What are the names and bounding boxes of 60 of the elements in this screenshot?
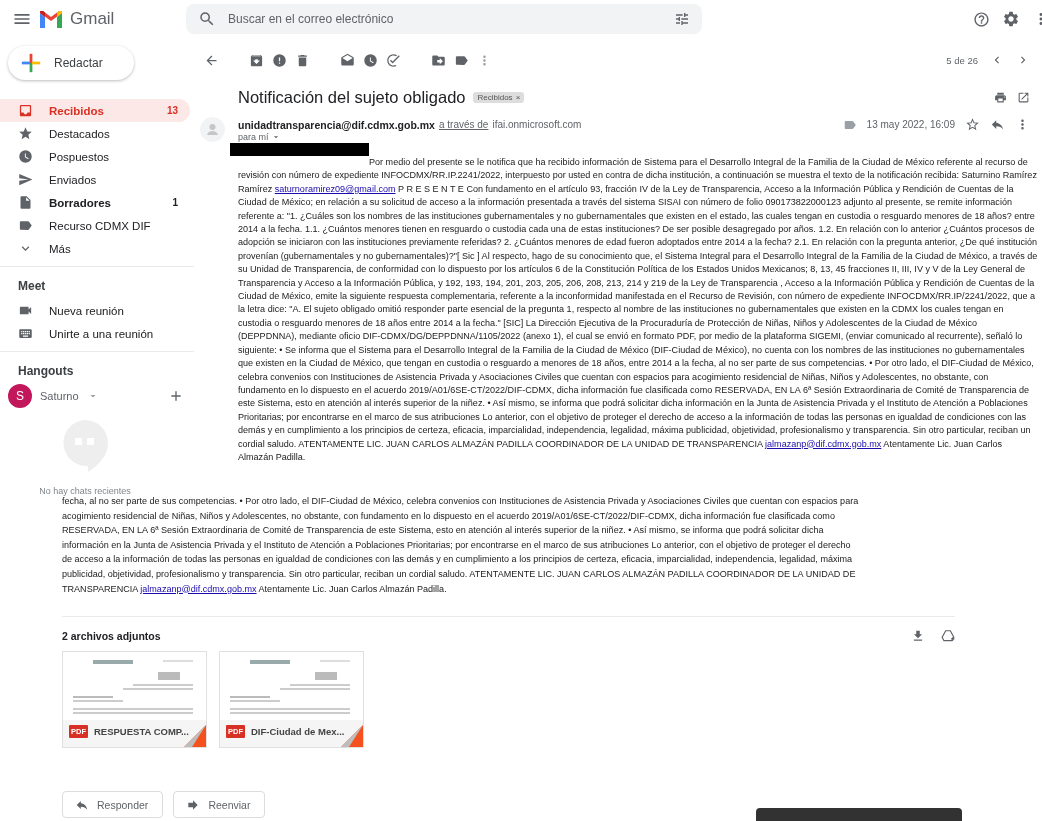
clock-icon[interactable]: [363, 52, 378, 68]
sidebar-item[interactable]: Recurso CDMX DIF: [0, 214, 190, 237]
app-name: Gmail: [70, 9, 115, 29]
sidebar-item[interactable]: Nueva reunión: [0, 299, 184, 322]
email-date: 13 may 2022, 16:09: [866, 119, 955, 130]
star-icon: [18, 126, 33, 141]
search-icon[interactable]: [198, 10, 216, 28]
plus-icon[interactable]: [168, 388, 184, 404]
drive-icon[interactable]: [941, 629, 955, 644]
forward-button[interactable]: Reenviar: [173, 791, 266, 819]
sidebar-item[interactable]: Unirte a una reunión: [0, 322, 184, 345]
sidebar-item[interactable]: Pospuestos: [0, 145, 190, 168]
pagination-text: 5 de 26: [946, 54, 978, 66]
envelope-icon[interactable]: [340, 52, 355, 68]
search-field[interactable]: Buscar en el correo electrónico: [186, 4, 702, 34]
section-title: Hangouts: [17, 363, 75, 380]
label-icon: [18, 218, 33, 233]
inbox-icon: [18, 103, 33, 118]
email-subject: Notificación del sujeto obligado: [238, 88, 466, 107]
help-icon[interactable]: [973, 10, 990, 28]
star-icon[interactable]: [965, 117, 980, 132]
sidebar-item[interactable]: Más: [0, 237, 190, 260]
email-link[interactable]: saturnoramirez09@gmail.com: [274, 183, 396, 194]
label-chip[interactable]: Recibidos ×: [473, 92, 525, 103]
email-link[interactable]: jalmazanp@dif.cdmx.gob.mx: [765, 438, 882, 449]
section-title: Meet: [17, 278, 47, 295]
download-icon[interactable]: [911, 629, 925, 644]
message-body: Por medio del presente se le notifica que ha recibido información de Sistema para el Desarrollo Integral de la Familia de la Ciudad de México referente al recurso de revisión con número de expediente INFOCDMX/RR.IP.2241/2022, interpuesto por usted en contra de dicha institución, a continuación se muestra el texto de la notificación recibida: Saturnino Ramírez Ramírez saturnoramirez09@gmail.com P R E S E N T E Con fundamento en el artículo 93, fracción IV de la Ley de Transparencia, Acceso a la Información Pública y Rendición de Cuentas de la Ciudad de México; en relación a su solicitud de acceso a la información presentada a través del sistema SISAI con número de folio 090173822000123 adjunto al presente, se remite información referente a: "1. ¿Cuáles son los nombres de las instituciones gubernamentales y no gubernamentales que existen en el estado, las cuales tengan en custodia o resguardo menores de 18 años? entre 2014 a la fecha. 1.1. ¿Cuántos menores tienen en resguardo o custodia cada una de estas instituciones? De ser posible desagregado por años. 1.2. En relación con lo anterior ¿Cuántos procesos de adopción se iniciaron con las instituciones previamente referidas? 2. ¿Cuántos menores de edad fueron adoptados entre 2014 a la fecha? 2.1. En relación con la pregunta anterior, ¿De qué institución provenían (gubernamentales y no gubernamentales)?"[ Sic ] Al respecto, hago de su conocimiento que, el Sistema Integral para el Desarrollo Integral de la Familia de la Ciudad de México, a través de su Unidad de Transparencia, de conformidad con lo dispuesto por los artículos 6 de la Constitución Política de los Estados Unidos Mexicanos; 8, 13, 45 fracciones II, III, IV y V de la Ley General de Transparencia y Acceso a la Información Pública, y 192, 193, 194, 201, 203, 205, 206, 208, 213, 214 y 219 de la Ley de Transparencia , Acceso a la Información Pública y Rendición de Cuentas de la Ciudad de México, emite la siguiente respuesta complementaria, referente a la inconformidad manifestada en el Recurso de Revisión, con número de expediente INFOCDMX/RR.IP/2241/2022, que a la letra dice: "A. El sujeto obligado omitió responder parte esencial de la pregunta 1, respecto al nombre de las instituciones no gubernamentales que existen en la CDMX los cuales tengan en custodia o resguardo menores de 18 años entre 2014 a la fecha." [SIC] La Dirección Ejecutiva de la Procuraduría de Protección de Niñas, Niños y Adolescentes de la Ciudad de México (DEPPDNNA), mediante oficio DIF-CDMX/DG/DEPPDNNA/1105/2022 (anexo 1), el cual se envió en formato PDF, por medio de la plataforma SIGEMI, (enviar comunicado al recurrente), señaló lo siguiente: • Se informa que el Sistema para el Desarrollo Integral de la Familia de la Ciudad de México (DIF-Ciudad de México), no cuenta con los nombres de las instituciones no gubernamentales que existen en la Ciudad de México, que tengan en custodia o resguardo a menores de 18 años, entre 2014 a la fecha, al no ser parte de sus competencias. • Por otro lado, el DIF-Ciudad de México, celebra convenios con Instituciones de Asistencia Privada y Asociaciones Civiles que cuentan con espacios para acogimiento residencial de Niñas, Niños y Adolescentes, no obstante, con fundamento en lo dispuesto en el acuerdo 2019/A01/6SE-CT/2022/DIF-CDMX, dicha información fue clasificada como RESERVADA, EN LA 6ª Sesión Extraordinaria de Comité de Transparencia de este Sistema, esto en atención al interés superior de la niñez. • Así mismo, se informa que podrá solicitar dicha información en la Junta de Asistencia Privada y el Instituto de Atención a Poblaciones Prioritarias; por encontrarse en el marco de sus atribuciones Lo anterior, con el objetivo de proteger el derecho de acceso a la información de todas las personas en igualdad de condiciones con las demás y en cumplimiento a los principios de certeza, eficacia, imparcialidad, independencia, legalidad, máxima publicidad, objetividad, profesionalismo y transparencia. Sin otro particular, reciban un cordial saludo. ATENTAMENTE LIC. JUAN CARLOS ALMAZÁN PADILLA COORDINADOR DE LA UNIDAD DE TRANSPARENCIA jalmazanp@dif.cdmx.gob.mx Atentamente Lic. Juan Carlos Almazán Padilla.: [238, 156, 1038, 464]
reply-button[interactable]: Responder: [62, 791, 164, 819]
settings-icon[interactable]: [1002, 10, 1020, 28]
email-link[interactable]: jalmazanp@dif.cdmx.gob.mx: [140, 583, 257, 594]
sidebar-item[interactable]: Recibidos 13: [0, 99, 190, 122]
person-avatar-icon: [200, 117, 225, 142]
sidebar-item[interactable]: Destacados: [0, 122, 190, 145]
file-name: DIF-Ciudad de Mex...: [251, 726, 345, 738]
sender-email: unidadtransparencia@dif.cdmx.gob.mx: [238, 118, 435, 131]
sender-domain: ifai.onmicrosoft.com: [492, 119, 582, 130]
file-icon: [18, 195, 33, 210]
filter-sliders-icon[interactable]: [674, 11, 690, 27]
print-icon[interactable]: [994, 91, 1007, 104]
sidebar-item[interactable]: Borradores 1: [0, 191, 190, 214]
user-avatar[interactable]: S: [8, 384, 32, 408]
message-body: fecha, al no ser parte de sus competencias. • Por otro lado, el DIF-Ciudad de México, celebra convenios con Instituciones de Asistencia Privada y Asociaciones Civiles que cuentan con espacios para acogimiento residencial de Niñas, Niños y Adolescentes, no obstante, con fundamento en lo dispuesto en el acuerdo 2019/A01/6SE-CT/2022/DIF-CDMX, dicha información fue clasificada como RESERVADA, EN LA 6ª Sesión Extraordinaria de Comité de Transparencia de este Sistema, esto en atención al interés superior de la niñez. • Así mismo, se informa que podrá solicitar dicha información en la Junta de Asistencia Privada y el Instituto de Atención a Poblaciones Prioritarias; por encontrarse en el marco de sus atribuciones Lo anterior, con el objetivo de proteger el derecho de acceso a la información de todas las personas en igualdad de condiciones con las demás y en cumplimiento a los principios de certeza, eficacia, imparcialidad, independencia, legalidad, máxima publicidad, objetividad, profesionalismo y transparencia. Sin otro particular, reciban un cordial saludo. ATENTAMENTE LIC. JUAN CARLOS ALMAZÁN PADILLA COORDINADOR DE LA UNIDAD DE TRANSPARENCIA jalmazanp@dif.cdmx.gob.mx Atentamente Lic. Juan Carlos Almazán Padilla.: [62, 496, 860, 596]
file-name: RESPUESTA COMP...: [94, 726, 189, 738]
spam-icon[interactable]: [272, 52, 287, 68]
via-link[interactable]: a través de: [438, 119, 489, 130]
user-name[interactable]: Saturno: [40, 390, 79, 402]
archive-icon[interactable]: [249, 52, 264, 68]
attachments-title: 2 archivos adjuntos: [62, 630, 161, 643]
open-in-new-icon[interactable]: [1017, 91, 1030, 104]
sidebar-item[interactable]: Enviados: [0, 168, 190, 191]
delete-icon[interactable]: [295, 52, 310, 68]
logo-icon[interactable]: [40, 10, 62, 28]
keyboard-icon: [18, 326, 33, 341]
clock-icon: [18, 149, 33, 164]
plus-icon: [20, 52, 42, 74]
empty-chats-text: No hay chats recientes: [39, 486, 131, 496]
recipient-text[interactable]: para mí: [238, 132, 269, 142]
compose-button[interactable]: Redactar: [8, 46, 134, 80]
send-icon: [18, 172, 33, 187]
